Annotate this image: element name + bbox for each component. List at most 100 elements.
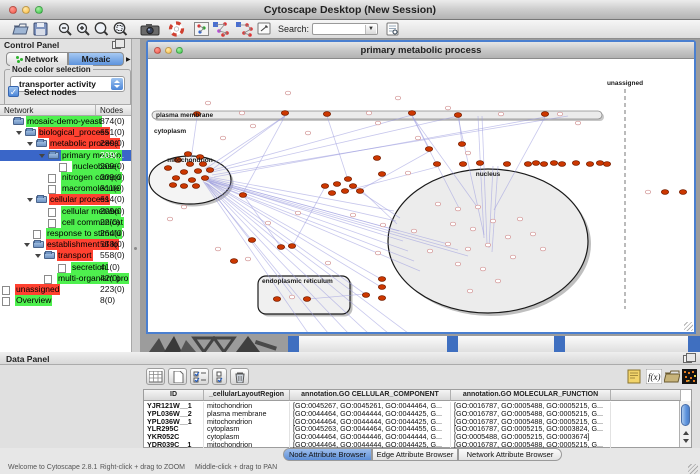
background-window-edge[interactable]: [288, 336, 299, 352]
delete-attribute-button[interactable]: [230, 368, 249, 385]
table-cell[interactable]: [GO:0016787, GO:0005488, GO:0005215, G..…: [451, 418, 611, 426]
selected-gene-node[interactable]: [378, 296, 385, 301]
gene-node[interactable]: [470, 227, 475, 231]
unselect-attributes-button[interactable]: [212, 368, 227, 385]
selected-gene-node[interactable]: [188, 178, 195, 183]
open-icon[interactable]: [12, 21, 29, 37]
column-header-filler[interactable]: [611, 390, 681, 401]
expand-arrow-icon[interactable]: [27, 198, 33, 202]
table-cell[interactable]: mitochondrion: [204, 418, 290, 426]
selected-gene-node[interactable]: [201, 176, 208, 181]
selected-gene-node[interactable]: [230, 259, 237, 264]
tab-node-attribute-browser[interactable]: Node Attribute Browser: [283, 448, 372, 461]
gene-node[interactable]: [427, 249, 432, 253]
layout-1-icon[interactable]: [212, 21, 232, 37]
selected-gene-node[interactable]: [164, 166, 171, 171]
select-attributes-button[interactable]: [190, 368, 209, 385]
tree-row-cellular-metabo[interactable]: cellular metabo209(0): [0, 206, 131, 217]
table-cell[interactable]: [GO:0044464, GO:0044444, GO:0044425, G..…: [290, 410, 451, 418]
scroll-down-icon[interactable]: [683, 439, 689, 443]
snapshot-icon[interactable]: [140, 21, 160, 37]
gene-node[interactable]: [498, 112, 503, 116]
selected-gene-node[interactable]: [378, 277, 385, 282]
tree-row-nucleobase-[interactable]: nucleobase-209(0): [0, 161, 131, 172]
gene-node[interactable]: [181, 205, 186, 209]
selected-gene-node[interactable]: [341, 189, 348, 194]
new-attribute-button[interactable]: [168, 368, 187, 385]
gene-node[interactable]: [239, 111, 244, 115]
layout-2-icon[interactable]: [235, 21, 255, 37]
tree-row-secretion[interactable]: secretion41(0): [0, 262, 131, 273]
background-window-edge[interactable]: [554, 336, 565, 352]
selected-gene-node[interactable]: [362, 293, 369, 298]
table-cell[interactable]: [GO:0016787, GO:0005488, GO:0005215, G..…: [451, 402, 611, 410]
gene-node[interactable]: [517, 217, 522, 221]
gene-node[interactable]: [480, 267, 485, 271]
float-panel-icon[interactable]: [112, 41, 121, 49]
annotation-tool-icon[interactable]: [256, 21, 273, 37]
tree-row-metabolic-process[interactable]: metabolic process280(0): [0, 138, 131, 149]
gene-node[interactable]: [380, 223, 385, 227]
table-cell[interactable]: [GO:0045263, GO:0044464, GO:0044455, G..…: [290, 425, 451, 433]
table-cell[interactable]: [GO:0005488, GO:0005215, GO:0003674]: [451, 433, 611, 441]
function-builder-icon[interactable]: f(x): [646, 369, 662, 384]
background-window[interactable]: [565, 336, 688, 352]
edge[interactable]: [210, 182, 381, 279]
gene-node[interactable]: [455, 207, 460, 211]
column-header-id[interactable]: ID: [144, 390, 204, 401]
selected-gene-node[interactable]: [349, 184, 356, 189]
selected-gene-node[interactable]: [459, 162, 466, 167]
selected-gene-node[interactable]: [378, 172, 385, 177]
network-canvas[interactable]: plasma membranecytoplasmmitochondrionnuc…: [148, 59, 694, 332]
search-input[interactable]: ▼: [312, 23, 378, 35]
selected-gene-node[interactable]: [603, 162, 610, 167]
save-icon[interactable]: [32, 21, 49, 37]
gene-node[interactable]: [350, 213, 355, 217]
selected-gene-node[interactable]: [532, 161, 539, 166]
gene-node[interactable]: [167, 217, 172, 221]
table-cell[interactable]: [GO:0044464, GO:0044446, GO:0044444, G..…: [290, 433, 451, 441]
gene-node[interactable]: [490, 219, 495, 223]
gene-node[interactable]: [505, 235, 510, 239]
gene-node[interactable]: [435, 202, 440, 206]
import-attributes-icon[interactable]: [664, 369, 680, 384]
gene-node[interactable]: [215, 247, 220, 251]
panel-splitter[interactable]: [131, 39, 140, 352]
selected-gene-node[interactable]: [323, 112, 330, 117]
selected-gene-node[interactable]: [180, 184, 187, 189]
gene-node[interactable]: [405, 171, 410, 175]
tree-row-mosaic-demo-yeast[interactable]: mosaic-demo-yeast874(0): [0, 116, 131, 127]
tab-network[interactable]: Network: [6, 52, 68, 66]
selected-gene-node[interactable]: [288, 244, 295, 249]
zoom-selected-icon[interactable]: [112, 21, 129, 37]
selected-gene-node[interactable]: [540, 162, 547, 167]
selected-gene-node[interactable]: [586, 162, 593, 167]
expand-arrow-icon[interactable]: [27, 142, 33, 146]
selected-gene-node[interactable]: [373, 156, 380, 161]
edge[interactable]: [327, 116, 348, 180]
expand-arrow-icon[interactable]: [35, 254, 41, 258]
selected-gene-node[interactable]: [277, 245, 284, 250]
selected-gene-node[interactable]: [378, 285, 385, 290]
zoom-in-icon[interactable]: [75, 21, 92, 37]
background-window[interactable]: [299, 336, 447, 352]
canvas-resize-grip[interactable]: [684, 322, 693, 331]
selected-gene-node[interactable]: [239, 193, 246, 198]
network-window-titlebar[interactable]: primary metabolic process: [148, 42, 694, 59]
edge[interactable]: [360, 151, 430, 190]
select-nodes-checkbox[interactable]: ✓: [8, 86, 19, 97]
selected-gene-node[interactable]: [281, 111, 288, 116]
selected-gene-node[interactable]: [454, 113, 461, 118]
table-cell[interactable]: [GO:0044464, GO:0044444, GO:0044425, G..…: [290, 418, 451, 426]
tree-row-cell-communicat[interactable]: cell communicat22(0): [0, 217, 131, 228]
selected-gene-node[interactable]: [433, 162, 440, 167]
gene-node[interactable]: [485, 243, 490, 247]
gene-node[interactable]: [557, 112, 562, 116]
table-cell[interactable]: YPL036W__1: [144, 418, 204, 426]
background-window-edge[interactable]: [447, 336, 458, 352]
tab-overflow-icon[interactable]: ▶: [126, 56, 131, 63]
scroll-up-icon[interactable]: [683, 431, 689, 435]
tree-row-unassigned[interactable]: unassigned223(0): [0, 284, 131, 295]
edge[interactable]: [206, 115, 412, 172]
matrix-view-icon[interactable]: [682, 369, 698, 384]
